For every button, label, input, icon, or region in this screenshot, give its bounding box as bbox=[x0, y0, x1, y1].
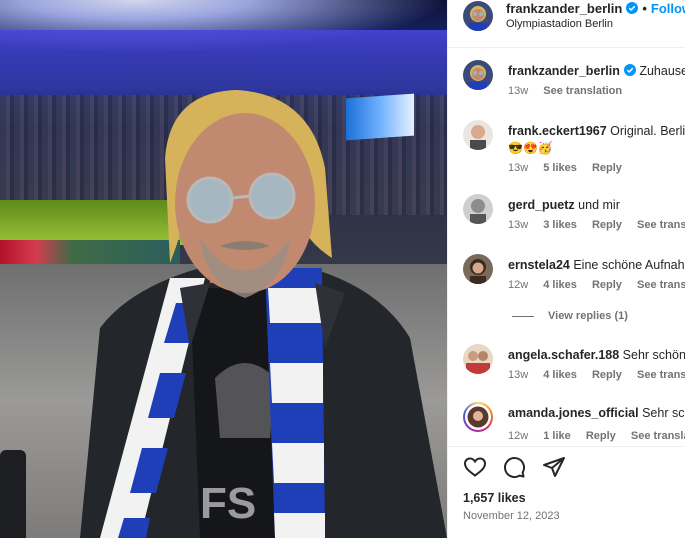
post-location[interactable]: Olympiastadion Berlin bbox=[506, 18, 613, 30]
post-photo[interactable]: FS bbox=[0, 0, 447, 538]
avatar[interactable] bbox=[463, 60, 493, 90]
reply-button[interactable]: Reply bbox=[592, 162, 622, 174]
action-icons bbox=[463, 455, 577, 479]
see-translation-button[interactable]: See translation bbox=[637, 279, 685, 291]
verified-badge-icon bbox=[623, 64, 636, 76]
comment-text: frankzander_berlin Zuhause.. bbox=[508, 63, 685, 79]
post-actions: 1,657 likes November 12, 2023 bbox=[448, 446, 685, 538]
comment-meta: 12w 1 like Reply See translation bbox=[508, 430, 685, 442]
reply-button[interactable]: Reply bbox=[592, 219, 622, 231]
comment-text: gerd_puetz und mir bbox=[508, 197, 620, 213]
comment-time[interactable]: 13w bbox=[508, 85, 528, 97]
avatar-with-story-ring[interactable] bbox=[463, 402, 493, 432]
comment-body: Sehr schön bbox=[642, 406, 685, 420]
avatar[interactable] bbox=[463, 344, 493, 374]
see-translation-button[interactable]: See translation bbox=[631, 430, 685, 442]
verified-badge-icon bbox=[626, 2, 639, 14]
man-portrait: FS bbox=[80, 90, 447, 538]
comment-time[interactable]: 13w bbox=[508, 219, 528, 231]
comment-body: Sehr schönes bbox=[622, 348, 685, 362]
comment-likes[interactable]: 4 likes bbox=[543, 279, 577, 291]
comment-time[interactable]: 12w bbox=[508, 430, 528, 442]
reply-button[interactable]: Reply bbox=[592, 279, 622, 291]
follow-button[interactable]: Follow bbox=[651, 1, 685, 16]
replies-divider bbox=[512, 315, 534, 317]
likes-count[interactable]: 1,657 likes bbox=[463, 491, 526, 505]
comment-meta: 13w 4 likes Reply See translation bbox=[508, 369, 685, 381]
separator-dot: • bbox=[642, 1, 647, 16]
view-replies-button[interactable]: View replies (1) bbox=[512, 310, 628, 322]
comments-list[interactable]: frankzander_berlin Zuhause.. 13w See tra… bbox=[448, 48, 685, 446]
comment-time[interactable]: 13w bbox=[508, 162, 528, 174]
author-avatar[interactable] bbox=[463, 1, 493, 31]
svg-text:FS: FS bbox=[200, 479, 256, 528]
see-translation-button[interactable]: See translation bbox=[543, 85, 622, 97]
comment-body: Zuhause.. bbox=[639, 64, 685, 78]
comment-text: ernstela24 Eine schöne Aufnahme bbox=[508, 257, 685, 273]
post-header: frankzander_berlin • Follow Olympiastadion… bbox=[448, 0, 685, 48]
comment-time[interactable]: 12w bbox=[508, 279, 528, 291]
comment-likes[interactable]: 4 likes bbox=[543, 369, 577, 381]
author-username[interactable]: frankzander_berlin bbox=[506, 1, 622, 16]
comment-time[interactable]: 13w bbox=[508, 369, 528, 381]
stadium-seat bbox=[0, 450, 26, 538]
post-date[interactable]: November 12, 2023 bbox=[463, 510, 560, 522]
comment-meta: 13w See translation bbox=[508, 85, 634, 97]
comment-meta: 13w 3 likes Reply See translation bbox=[508, 219, 685, 231]
comment-body: und mir bbox=[578, 198, 620, 212]
author-line: frankzander_berlin • Follow bbox=[506, 1, 685, 16]
heart-icon[interactable] bbox=[463, 455, 487, 479]
see-translation-button[interactable]: See translation bbox=[637, 219, 685, 231]
comment-username[interactable]: amanda.jones_official bbox=[508, 406, 639, 420]
share-icon[interactable] bbox=[542, 455, 566, 479]
post-side-panel: frankzander_berlin • Follow Olympiastadion… bbox=[447, 0, 685, 538]
avatar[interactable] bbox=[463, 194, 493, 224]
reply-button[interactable]: Reply bbox=[592, 369, 622, 381]
reply-button[interactable]: Reply bbox=[586, 430, 616, 442]
comment-likes[interactable]: 3 likes bbox=[543, 219, 577, 231]
comment-meta: 12w 4 likes Reply See translation bbox=[508, 279, 685, 291]
comment-likes[interactable]: 1 like bbox=[543, 430, 571, 442]
comment-text: angela.schafer.188 Sehr schönes bbox=[508, 347, 685, 363]
comment-username[interactable]: gerd_puetz bbox=[508, 198, 575, 212]
comment-username[interactable]: angela.schafer.188 bbox=[508, 348, 619, 362]
view-replies-label: View replies (1) bbox=[548, 310, 628, 322]
comment-username[interactable]: frank.eckert1967 bbox=[508, 124, 607, 138]
comment-username[interactable]: frankzander_berlin bbox=[508, 64, 620, 78]
comment-text: frank.eckert1967 Original. Berlin bbox=[508, 123, 685, 139]
comment-likes[interactable]: 5 likes bbox=[543, 162, 577, 174]
avatar[interactable] bbox=[463, 120, 493, 150]
comment-body: Eine schöne Aufnahme bbox=[573, 258, 685, 272]
comment-meta: 13w 5 likes Reply bbox=[508, 162, 634, 174]
comment-icon[interactable] bbox=[502, 455, 526, 479]
comment-emoji: 😎😍🥳 bbox=[508, 141, 553, 155]
see-translation-button[interactable]: See translation bbox=[637, 369, 685, 381]
avatar[interactable] bbox=[463, 254, 493, 284]
comment-text: amanda.jones_official Sehr schön bbox=[508, 405, 685, 421]
comment-username[interactable]: ernstela24 bbox=[508, 258, 570, 272]
comment-body: Original. Berlin bbox=[610, 124, 685, 138]
